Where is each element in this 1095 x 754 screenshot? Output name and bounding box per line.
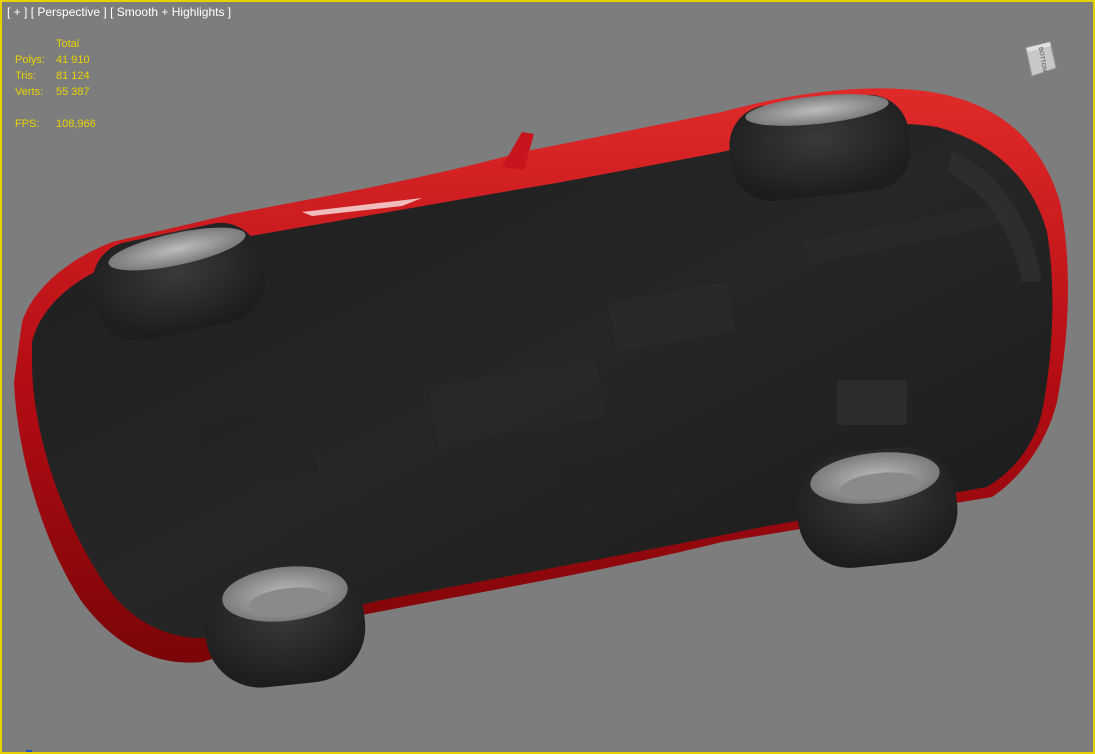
polys-label: Polys: xyxy=(15,54,45,66)
fps-label: FPS: xyxy=(15,118,40,130)
polys-value: 41 910 xyxy=(56,54,90,66)
fps-value: 108,966 xyxy=(56,118,96,130)
viewport-menu-button[interactable]: [ + ] xyxy=(7,5,27,19)
viewport-label: [ + ] [ Perspective ] [ Smooth + Highlig… xyxy=(7,5,231,19)
viewport-view-button[interactable]: [ Perspective ] xyxy=(31,5,107,19)
axis-tripod-icon xyxy=(26,750,32,752)
viewport-shading-button[interactable]: [ Smooth + Highlights ] xyxy=(110,5,231,19)
viewcube-icon[interactable]: BOTTOM xyxy=(1024,40,1058,78)
verts-value: 55 387 xyxy=(56,86,90,98)
perspective-viewport[interactable]: [ + ] [ Perspective ] [ Smooth + Highlig… xyxy=(0,0,1095,754)
tris-value: 81 124 xyxy=(56,70,90,82)
stats-header: Total xyxy=(56,38,80,50)
tris-label: Tris: xyxy=(15,70,36,82)
verts-label: Verts: xyxy=(15,86,44,98)
car-model-bottom-view[interactable] xyxy=(2,2,1093,752)
statistics-overlay: Total Polys: 41 910 Tris: 81 124 Verts: … xyxy=(15,36,96,132)
